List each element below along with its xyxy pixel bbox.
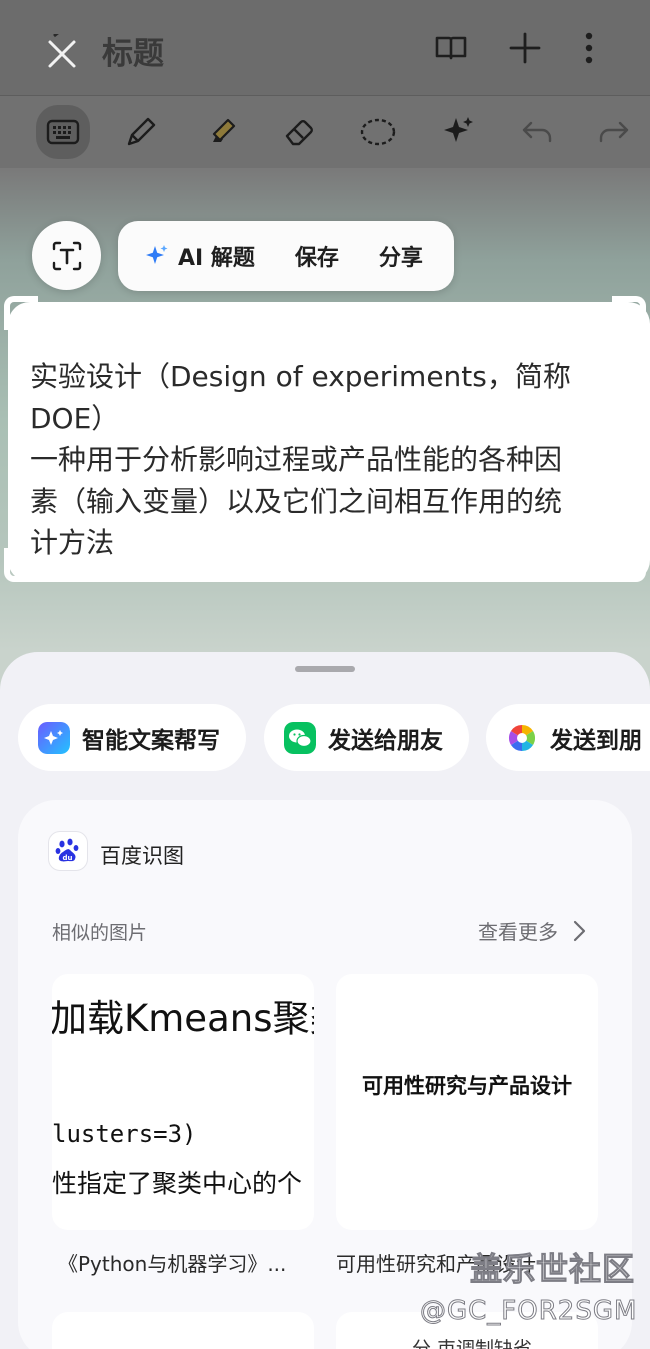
result-image-text: 性指定了聚类中心的个 [52,1169,303,1198]
keyboard-icon [46,119,80,145]
highlighter-tool[interactable] [198,110,242,154]
extract-text-button[interactable] [32,221,101,290]
recognized-line: 素（输入变量）以及它们之间相互作用的统 [30,484,563,518]
pen-icon [127,117,156,146]
see-more-label: 查看更多 [478,920,558,944]
result-caption: 《Python与机器学习》... [58,1252,287,1276]
baidu-title: 百度识图 [100,844,184,868]
redo-button[interactable] [592,110,636,154]
result-image-text: 分 束调制缺省 [412,1338,533,1349]
chip-label: 发送到朋 [550,727,642,754]
undo-icon [522,121,552,143]
recognized-line: DOE） [30,401,120,435]
similar-image-result[interactable]: 加载Kmeans聚类 lusters=3) 性指定了聚类中心的个 [52,974,314,1230]
sparkle-icon [444,117,473,142]
user-watermark: @GC_FOR2SGM [419,1296,638,1327]
chevron-right-icon [573,920,586,941]
share-label: 分享 [378,246,423,271]
keyboard-tool[interactable] [36,105,90,159]
eraser-icon [285,120,313,146]
similar-image-result[interactable] [52,1312,314,1349]
recognized-text: 实验设计（Design of experiments，简称 DOE） 一种用于分… [30,356,630,564]
undo-button[interactable] [515,110,559,154]
note-title[interactable]: 标题 [102,28,164,73]
app-bar: 标题 [0,0,650,96]
ai-assist-tool[interactable] [436,110,480,154]
result-image-text: lusters=3) [52,1120,197,1148]
recognized-line: 实验设计（Design of experiments，简称 [30,360,571,393]
result-image-text: 可用性研究与产品设计 [362,1074,572,1098]
lasso-icon [360,118,396,146]
selection-handle-top-left[interactable] [4,296,38,330]
share-button[interactable]: 分享 [379,240,423,272]
moments-icon [508,724,536,751]
send-to-moments-chip[interactable]: 发送到朋 [486,704,650,771]
eraser-tool[interactable] [277,110,321,154]
community-watermark: 盖乐世社区 [469,1250,636,1289]
wechat-icon [284,721,316,754]
result-image-text: 加载Kmeans聚类 [52,997,314,1040]
send-to-friend-chip[interactable]: 发送给朋友 [264,704,469,771]
baidu-logo: du [48,831,88,871]
save-button[interactable]: 保存 [295,240,339,272]
recognized-line: 计方法 [30,526,115,559]
chip-label: 发送给朋友 [328,727,443,754]
sheet-drag-handle[interactable] [295,666,355,672]
see-more-link[interactable]: 查看更多 [478,916,590,945]
similar-images-label: 相似的图片 [52,922,148,944]
redo-icon [599,121,629,143]
ai-solve-label: AI 解题 [178,246,255,271]
book-view-icon[interactable] [431,28,471,68]
selection-action-bar: AI 解题 保存 分享 [118,221,454,291]
close-icon[interactable] [42,34,82,74]
selection-handle-top-right[interactable] [612,296,646,330]
pen-tool[interactable] [119,110,163,154]
svg-text:du: du [63,854,73,862]
highlighter-icon [212,118,236,142]
lasso-tool[interactable] [356,110,400,154]
recognized-line: 一种用于分析影响过程或产品性能的各种因 [30,443,563,476]
ai-writing-icon [38,721,70,754]
add-icon[interactable] [505,28,545,68]
smart-copywriting-chip[interactable]: 智能文案帮写 [18,704,246,771]
ai-sparkle-icon [146,245,168,264]
baidu-paw-icon: du [55,838,79,862]
drawing-toolbar [0,96,650,168]
ai-solve-button[interactable]: AI 解题 [144,240,255,272]
more-options-icon[interactable] [569,28,609,68]
chip-label: 智能文案帮写 [82,727,220,754]
save-label: 保存 [294,246,339,271]
similar-image-result[interactable]: 可用性研究与产品设计 [336,974,598,1230]
text-recognition-icon [52,241,81,270]
